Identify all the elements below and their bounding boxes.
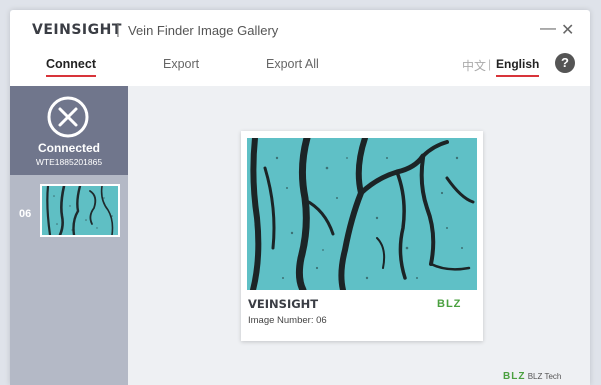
brand-logo: VEINSIGHT: [32, 22, 122, 38]
tab-connect[interactable]: Connect: [46, 57, 96, 77]
close-circle-icon[interactable]: [46, 95, 90, 139]
image-card[interactable]: VEINSIGHT BLZ Image Number: 06: [241, 131, 483, 341]
app-window: VEINSIGHT | Vein Finder Image Gallery — …: [10, 10, 590, 385]
language-separator: |: [488, 57, 492, 71]
help-icon[interactable]: ?: [555, 53, 575, 73]
thumbnail-number: 06: [19, 208, 32, 220]
app-title: Vein Finder Image Gallery: [128, 23, 279, 38]
title-separator: |: [116, 21, 120, 38]
language-chinese[interactable]: 中文: [462, 57, 486, 78]
main-nav: Connect Export Export All 中文 | English ?: [10, 52, 590, 86]
close-button[interactable]: ✕: [561, 20, 574, 40]
image-number: Image Number: 06: [248, 315, 327, 326]
device-connection-panel[interactable]: Connected WTE1885201865: [10, 86, 128, 175]
title-bar: VEINSIGHT | Vein Finder Image Gallery — …: [10, 10, 590, 52]
content-area: Connected WTE1885201865 06 VEINSIGHT BLZ…: [10, 86, 590, 385]
vein-image: [247, 138, 477, 290]
footer-logo-mark: BLZ: [503, 371, 526, 382]
footer-logo-text: BLZ Tech: [527, 372, 562, 381]
language-english[interactable]: English: [496, 57, 540, 77]
minimize-button[interactable]: —: [540, 20, 556, 38]
tab-export-all[interactable]: Export All: [266, 57, 319, 75]
vein-thumbnail-image: [42, 186, 118, 235]
card-brand: VEINSIGHT: [248, 297, 319, 311]
image-thumbnail[interactable]: [40, 184, 120, 237]
sidebar: Connected WTE1885201865 06: [10, 86, 128, 385]
device-id: WTE1885201865: [35, 157, 103, 167]
footer-logo: BLZ BLZ Tech: [503, 371, 561, 382]
vein-image-graphic: [247, 138, 477, 290]
tab-export[interactable]: Export: [163, 57, 199, 75]
connection-status: Connected: [37, 141, 100, 155]
blz-logo: BLZ: [437, 298, 462, 310]
